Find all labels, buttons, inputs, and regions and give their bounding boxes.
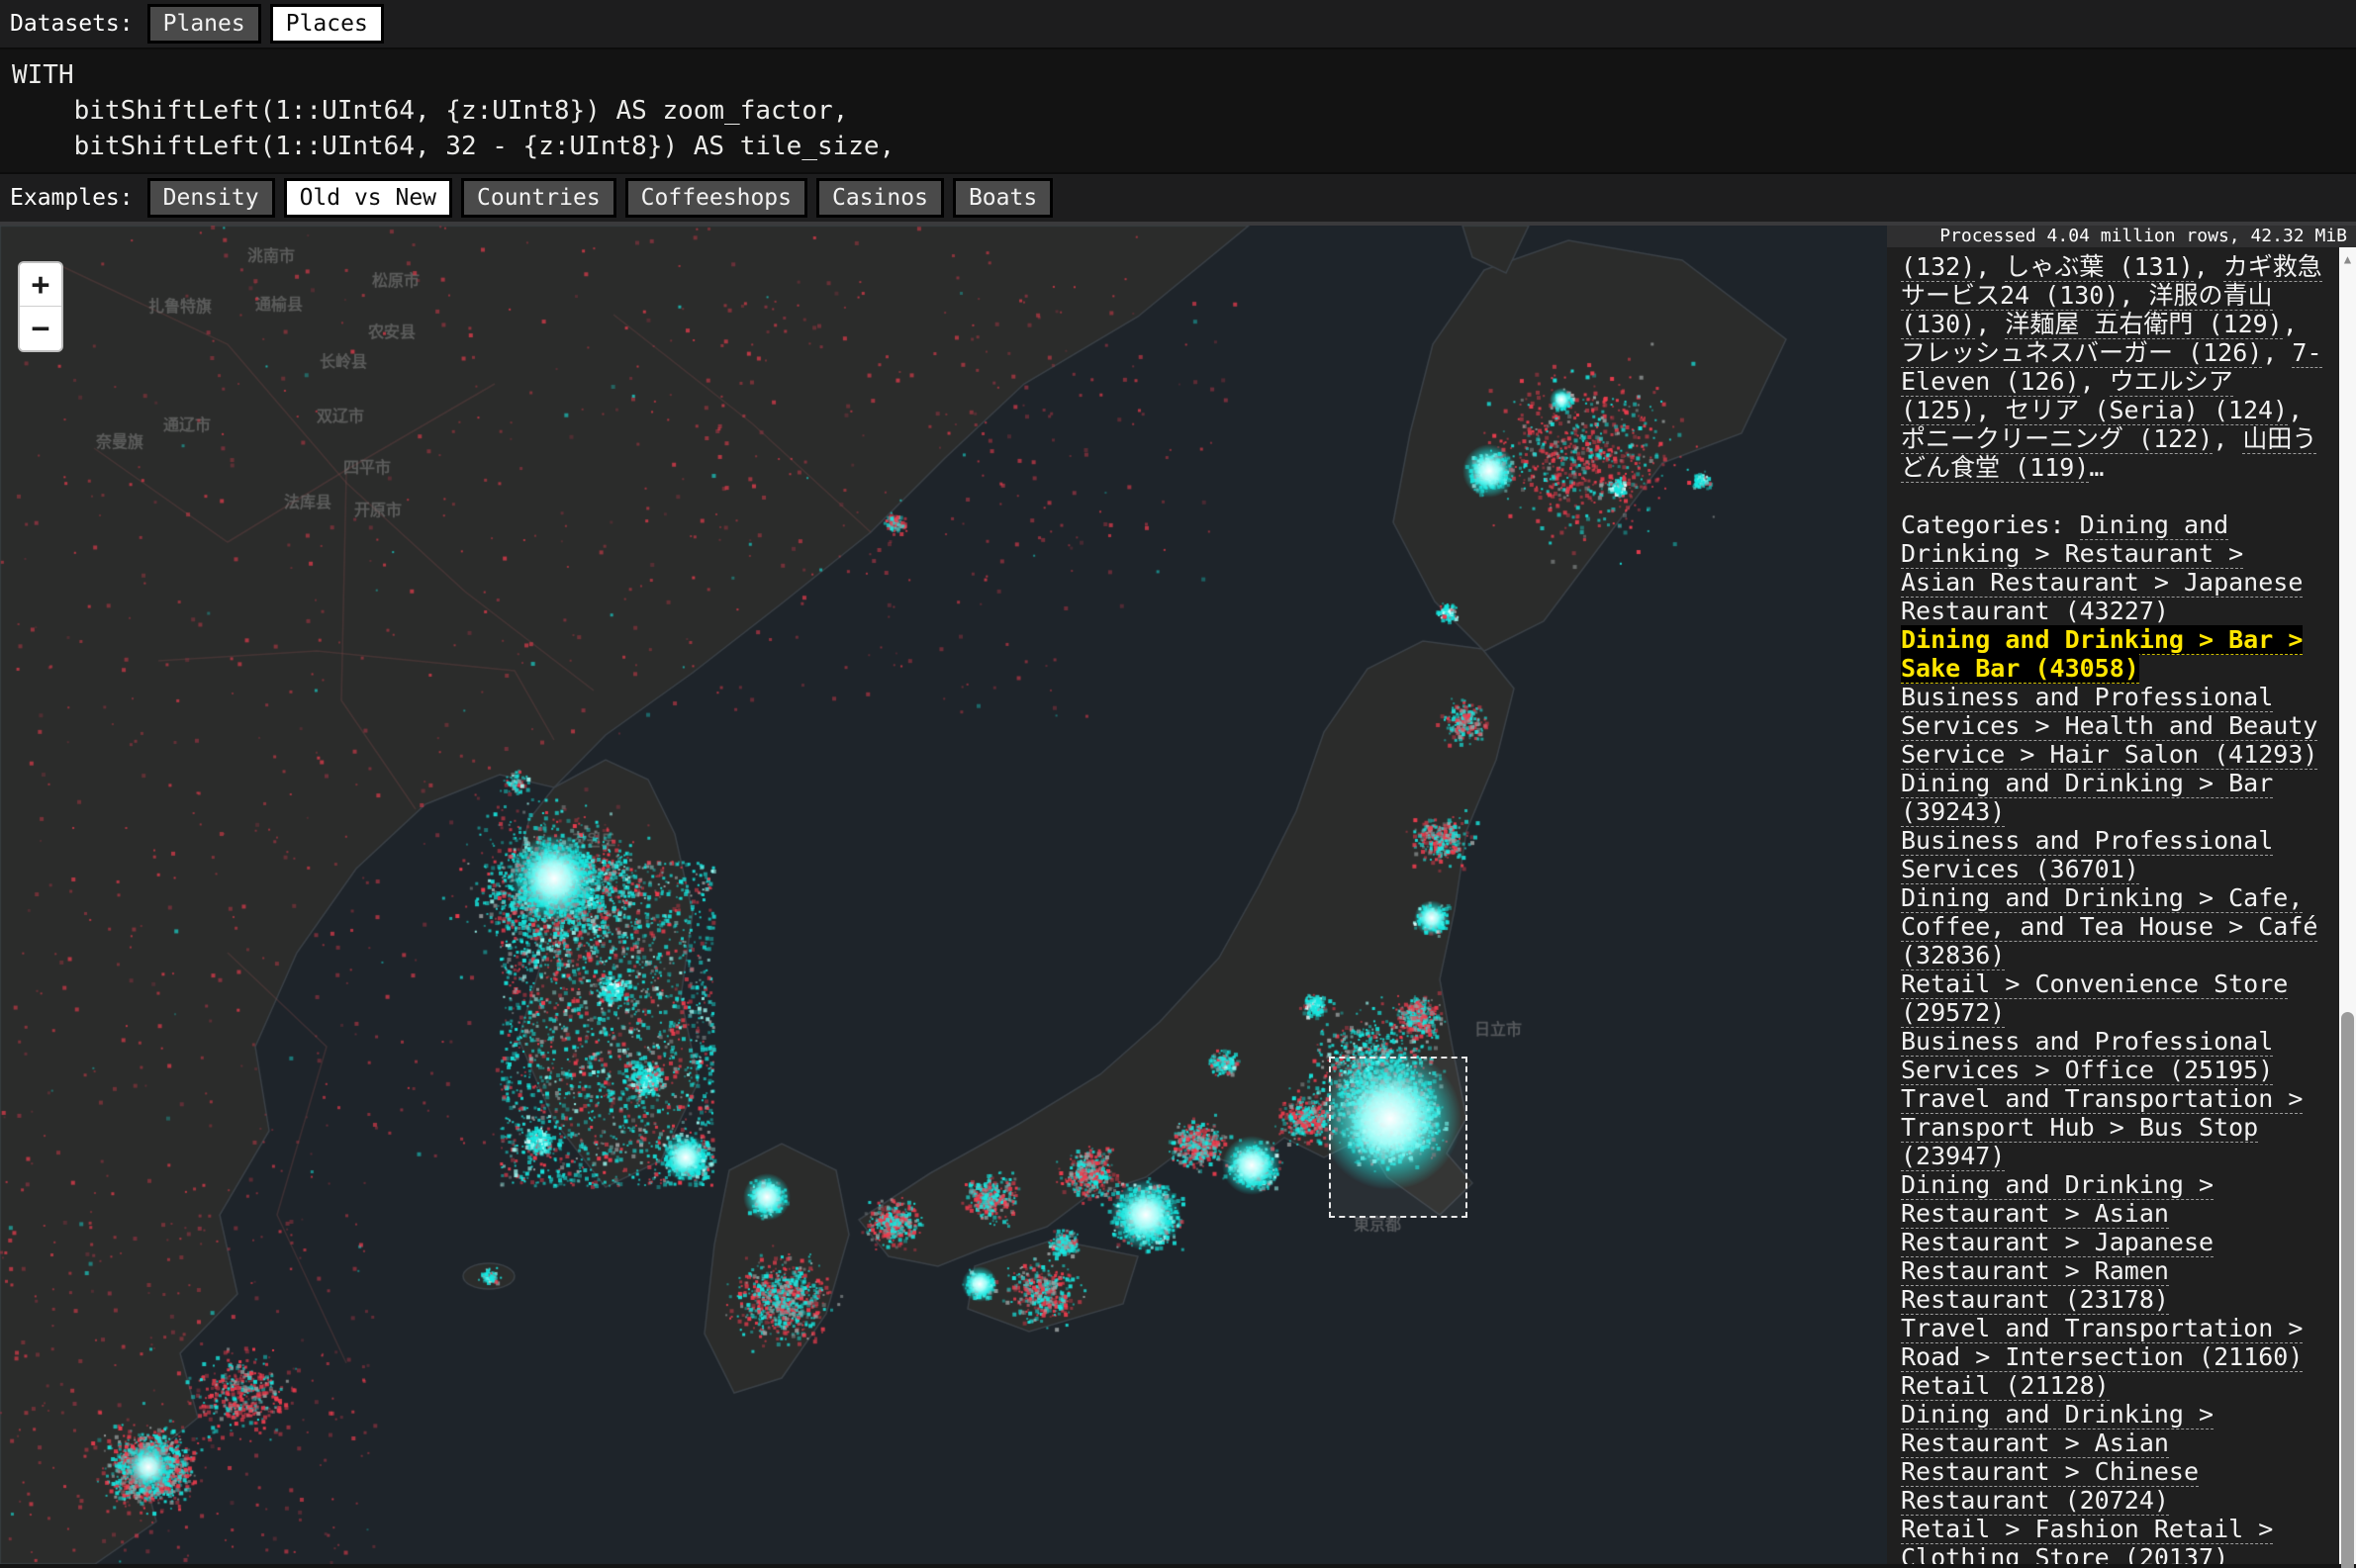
category-row: Business and Professional Services > Hea… bbox=[1901, 683, 2330, 769]
sidebar-scrollbar[interactable]: ▲ bbox=[2339, 247, 2356, 1564]
dataset-button-places[interactable]: Places bbox=[270, 4, 384, 44]
category-row: Business and Professional Services > Off… bbox=[1901, 1027, 2330, 1084]
brand-link[interactable]: セリア (Seria) (124) bbox=[2005, 396, 2288, 425]
example-button-countries[interactable]: Countries bbox=[461, 178, 616, 218]
category-link[interactable]: Dining and Drinking > Restaurant > Asian… bbox=[1901, 1400, 2214, 1516]
category-row: Dining and Drinking > Restaurant > Asian… bbox=[1901, 1170, 2330, 1314]
query-status: Processed 4.04 million rows, 42.32 MiB bbox=[1887, 226, 2356, 247]
map[interactable]: + − bbox=[0, 226, 1887, 1564]
category-row: Travel and Transportation > Transport Hu… bbox=[1901, 1084, 2330, 1170]
brand-link[interactable]: フレッシュネスバーガー (126) bbox=[1901, 338, 2262, 368]
brand-link[interactable]: (132) bbox=[1901, 252, 1975, 282]
datasets-buttons: PlanesPlaces bbox=[147, 4, 384, 44]
brands-list: (132), しゃぶ葉 (131), カギ救急サービス24 (130), 洋服の… bbox=[1901, 252, 2330, 482]
brand-link[interactable]: ポニークリーニング (122) bbox=[1901, 424, 2213, 454]
category-row: Dining and Drinking > Bar (39243) bbox=[1901, 769, 2330, 826]
category-row: Dining and Drinking > Cafe, Coffee, and … bbox=[1901, 883, 2330, 969]
category-link[interactable]: Business and Professional Services > Off… bbox=[1901, 1027, 2273, 1085]
examples-bar: Examples: DensityOld vs NewCountriesCoff… bbox=[0, 174, 2356, 226]
results-panel-row: (132), しゃぶ葉 (131), カギ救急サービス24 (130), 洋服の… bbox=[1887, 247, 2356, 1564]
category-link[interactable]: Retail > Convenience Store (29572) bbox=[1901, 969, 2288, 1028]
category-link[interactable]: Retail > Fashion Retail > Clothing Store… bbox=[1901, 1515, 2273, 1564]
zoom-in-button[interactable]: + bbox=[20, 263, 61, 307]
category-link[interactable]: Business and Professional Services > Hea… bbox=[1901, 683, 2317, 770]
scrollbar-thumb[interactable] bbox=[2341, 1012, 2354, 1568]
example-button-old-vs-new[interactable]: Old vs New bbox=[284, 178, 452, 218]
category-row: Retail > Convenience Store (29572) bbox=[1901, 969, 2330, 1027]
category-row: Business and Professional Services (3670… bbox=[1901, 826, 2330, 883]
datasets-label: Datasets: bbox=[10, 11, 134, 37]
sql-query-text[interactable]: WITH bitShiftLeft(1::UInt64, {z:UInt8}) … bbox=[12, 57, 2356, 164]
category-link[interactable]: Travel and Transportation > Transport Hu… bbox=[1901, 1084, 2303, 1171]
results-sidebar: Processed 4.04 million rows, 42.32 MiB (… bbox=[1887, 226, 2356, 1564]
brand-link[interactable]: しゃぶ葉 (131) bbox=[2005, 252, 2193, 282]
category-row: Retail (21128) bbox=[1901, 1371, 2330, 1400]
category-link[interactable]: Travel and Transportation > Road > Inter… bbox=[1901, 1314, 2303, 1372]
category-link[interactable]: Dining and Drinking > Restaurant > Asian… bbox=[1901, 1170, 2214, 1315]
examples-label: Examples: bbox=[10, 185, 134, 211]
examples-buttons: DensityOld vs NewCountriesCoffeeshopsCas… bbox=[147, 178, 1054, 218]
example-button-boats[interactable]: Boats bbox=[953, 178, 1053, 218]
datasets-bar: Datasets: PlanesPlaces bbox=[0, 0, 2356, 49]
category-link[interactable]: Dining and Drinking > Bar (39243) bbox=[1901, 769, 2273, 827]
scroll-up-icon[interactable]: ▲ bbox=[2339, 247, 2356, 271]
category-row: Retail > Fashion Retail > Clothing Store… bbox=[1901, 1515, 2330, 1564]
category-link[interactable]: Business and Professional Services (3670… bbox=[1901, 826, 2273, 884]
main-area: + − Processed 4.04 million rows, 42.32 M… bbox=[0, 226, 2356, 1564]
category-row: Travel and Transportation > Road > Inter… bbox=[1901, 1314, 2330, 1371]
brand-link[interactable]: 洋麺屋 五右衛門 (129) bbox=[2005, 310, 2282, 339]
category-row: Dining and Drinking > Restaurant > Asian… bbox=[1901, 1400, 2330, 1515]
category-link-highlighted[interactable]: Dining and Drinking > Bar > Sake Bar (43… bbox=[1901, 625, 2303, 684]
results-panel[interactable]: (132), しゃぶ葉 (131), カギ救急サービス24 (130), 洋服の… bbox=[1887, 247, 2339, 1564]
sql-editor[interactable]: WITH bitShiftLeft(1::UInt64, {z:UInt8}) … bbox=[0, 49, 2356, 174]
zoom-out-button[interactable]: − bbox=[20, 307, 61, 350]
map-zoom-control: + − bbox=[18, 261, 63, 352]
category-link[interactable]: Retail (21128) bbox=[1901, 1371, 2110, 1401]
example-button-casinos[interactable]: Casinos bbox=[816, 178, 944, 218]
category-link[interactable]: Dining and Drinking > Cafe, Coffee, and … bbox=[1901, 883, 2317, 970]
map-selection-box bbox=[1329, 1057, 1467, 1218]
categories-list: Categories: Dining and Drinking > Restau… bbox=[1901, 510, 2330, 625]
example-button-density[interactable]: Density bbox=[147, 178, 275, 218]
categories-label: Categories: bbox=[1901, 510, 2080, 539]
map-canvas[interactable] bbox=[0, 226, 1887, 1564]
example-button-coffeeshops[interactable]: Coffeeshops bbox=[625, 178, 807, 218]
category-row: Dining and Drinking > Bar > Sake Bar (43… bbox=[1901, 625, 2330, 683]
dataset-button-planes[interactable]: Planes bbox=[147, 4, 261, 44]
categories-blocks: Dining and Drinking > Bar > Sake Bar (43… bbox=[1901, 625, 2330, 1564]
